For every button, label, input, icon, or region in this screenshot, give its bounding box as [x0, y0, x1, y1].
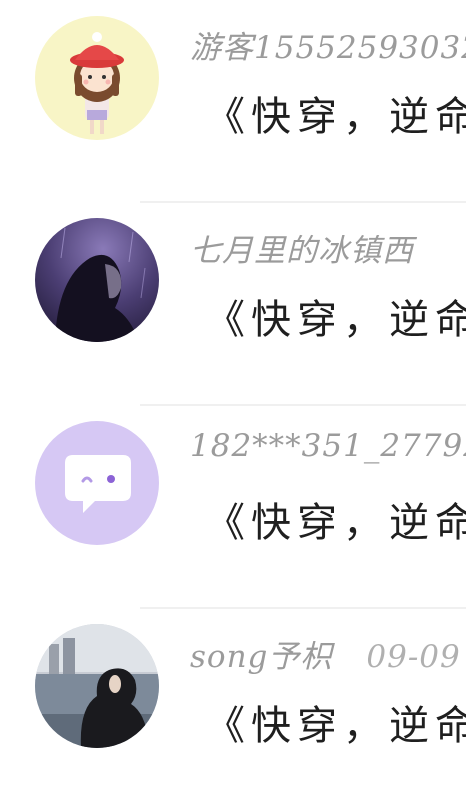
comment-text: 《快穿，逆命: [205, 703, 466, 749]
comment-username-line: 182***351_27792114: [190, 428, 466, 464]
comment-text: 《快穿，逆命: [205, 297, 466, 343]
comment-username[interactable]: song予枳: [190, 639, 332, 675]
comment-username-line: 七月里的冰镇西: [190, 225, 448, 270]
avatar-purple-portrait-icon[interactable]: [35, 218, 159, 342]
comment-username[interactable]: 七月里的冰镇西: [190, 233, 414, 269]
avatar-photo-icon[interactable]: [35, 624, 159, 748]
comment-text: 《快穿，逆命: [205, 500, 466, 546]
comment-username[interactable]: 游客1555259303275: [190, 30, 466, 66]
comment-text: 《快穿，逆命: [205, 94, 466, 140]
comment-username-line: 游客1555259303275: [190, 22, 466, 67]
avatar-cartoon-girl-icon[interactable]: [35, 16, 159, 140]
comment-item[interactable]: 游客1555259303275 《快穿，逆命: [0, 0, 466, 203]
comment-list: 游客1555259303275 《快穿，逆命: [0, 0, 466, 806]
comment-date: 09-09: [366, 639, 461, 675]
comment-username[interactable]: 182***351_27792114: [190, 428, 466, 464]
comment-item[interactable]: 182***351_27792114 《快穿，逆命: [0, 406, 466, 609]
comment-item[interactable]: song予枳 09-09 《快穿，逆命: [0, 609, 466, 806]
avatar-chat-bubble-icon[interactable]: [35, 421, 159, 545]
comment-username-line: song予枳 09-09: [190, 631, 461, 676]
comment-item[interactable]: 七月里的冰镇西 《快穿，逆命: [0, 203, 466, 406]
